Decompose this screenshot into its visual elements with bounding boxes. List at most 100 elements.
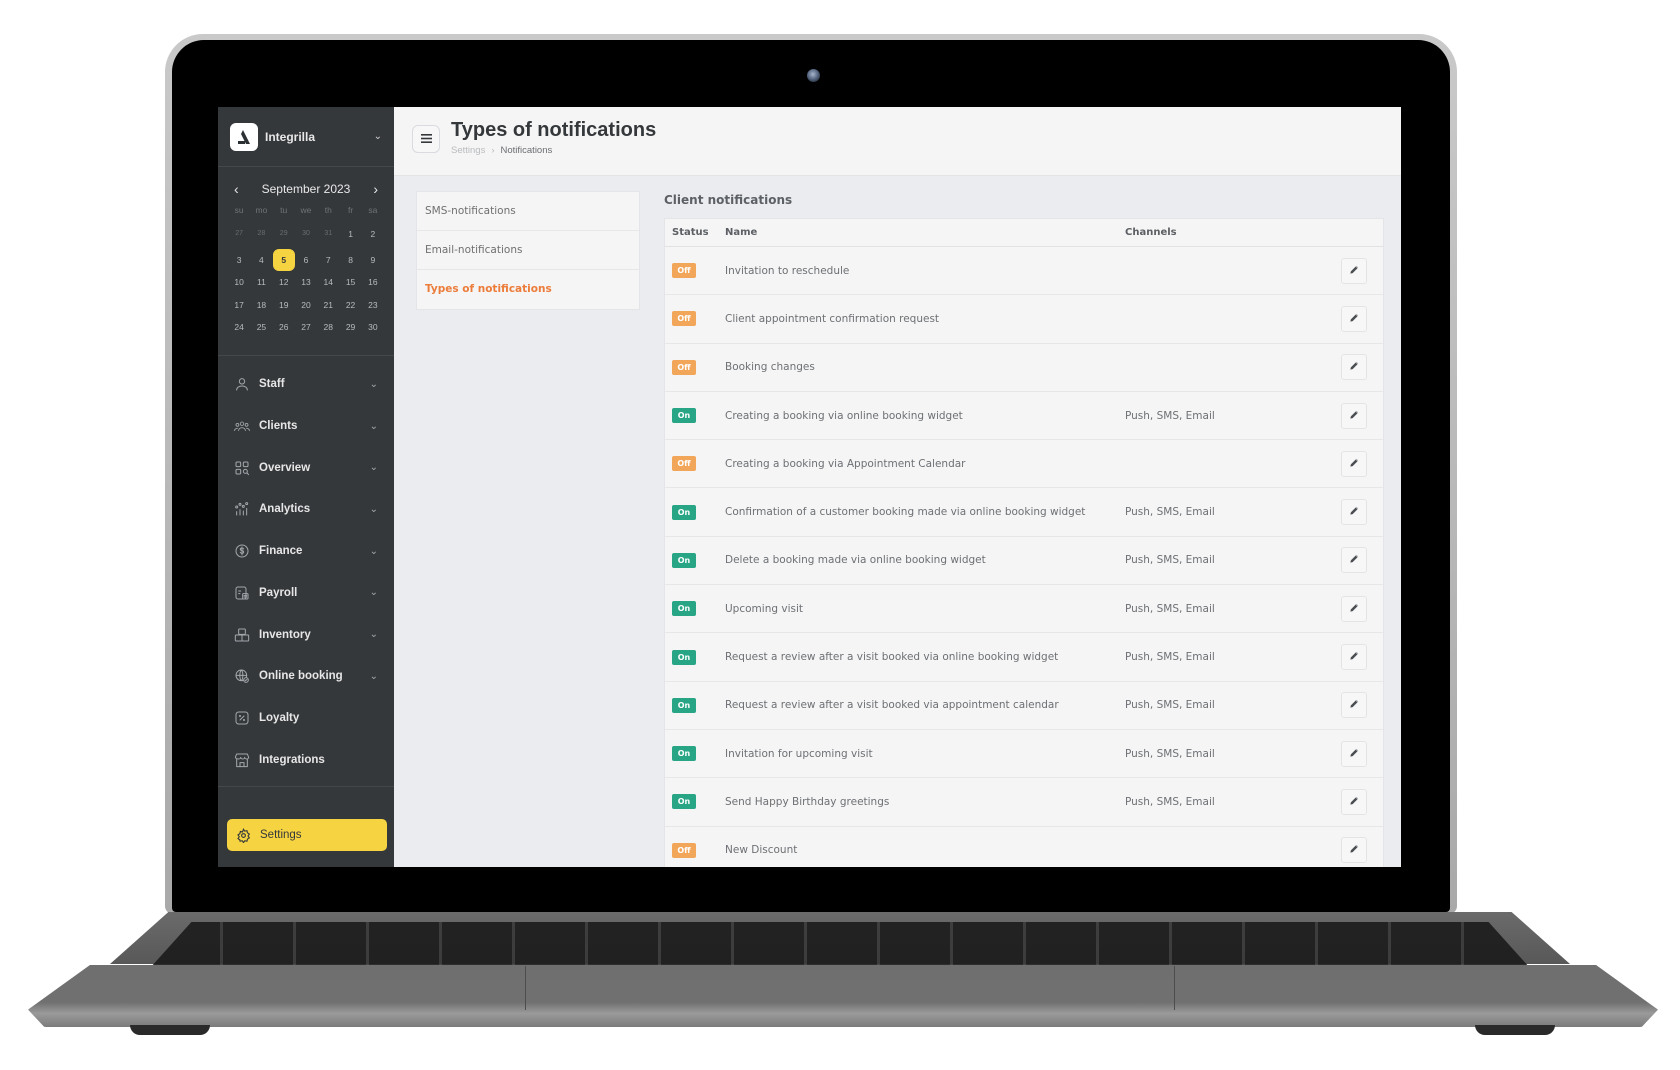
calendar-day[interactable]: 2: [362, 219, 384, 249]
calendar-day[interactable]: 9: [362, 249, 384, 271]
sidebar-item-clients[interactable]: Clients ⌄: [218, 405, 394, 447]
payroll-icon: [234, 585, 250, 601]
pencil-icon: [1349, 602, 1360, 616]
edit-button[interactable]: [1341, 788, 1367, 815]
notification-channels: Push, SMS, Email: [1125, 747, 1215, 760]
notification-name: Creating a booking via Appointment Calen…: [725, 457, 966, 470]
status-badge[interactable]: On: [672, 697, 696, 713]
status-badge[interactable]: Off: [672, 311, 696, 327]
edit-button[interactable]: [1341, 837, 1367, 864]
calendar-day[interactable]: 11: [250, 271, 272, 293]
chevron-down-icon: ⌄: [369, 503, 378, 515]
calendar-day[interactable]: 27: [228, 219, 250, 249]
sidebar-item-staff[interactable]: Staff ⌄: [218, 364, 394, 406]
calendar-day[interactable]: 16: [362, 271, 384, 293]
edit-button[interactable]: [1341, 257, 1367, 284]
status-badge[interactable]: On: [672, 601, 696, 617]
status-badge[interactable]: On: [672, 794, 696, 810]
calendar-day-selected[interactable]: 5: [272, 249, 295, 272]
sidebar-item-payroll[interactable]: Payroll ⌄: [218, 572, 394, 614]
status-badge[interactable]: Off: [672, 842, 696, 858]
next-month-button[interactable]: ›: [373, 181, 378, 197]
calendar-day[interactable]: 1: [339, 219, 361, 249]
subnav-item-sms-notifications[interactable]: SMS-notifications: [417, 192, 639, 231]
calendar-day[interactable]: 10: [228, 271, 250, 293]
calendar-day[interactable]: 4: [250, 249, 272, 271]
calendar-day-number: 5: [272, 249, 295, 272]
subnav-item-types-of-notifications[interactable]: Types of notifications: [417, 270, 639, 309]
calendar-day-number: 28: [257, 229, 266, 237]
calendar-day[interactable]: 31: [317, 219, 339, 249]
calendar-day[interactable]: 30: [295, 219, 317, 249]
calendar-day[interactable]: 15: [339, 271, 361, 293]
user-icon: [234, 376, 250, 392]
edit-button[interactable]: [1341, 692, 1367, 719]
calendar-day-number: 24: [234, 322, 244, 333]
status-badge[interactable]: Off: [672, 456, 696, 472]
calendar-day[interactable]: 26: [273, 316, 295, 338]
calendar-day[interactable]: 13: [295, 271, 317, 293]
status-badge[interactable]: On: [672, 504, 696, 520]
menu-toggle-button[interactable]: [412, 125, 440, 153]
calendar-day[interactable]: 30: [362, 316, 384, 338]
edit-button[interactable]: [1341, 354, 1367, 381]
calendar-day[interactable]: 20: [295, 294, 317, 316]
subnav-item-email-notifications[interactable]: Email-notifications: [417, 231, 639, 270]
calendar-day[interactable]: 8: [339, 249, 361, 271]
calendar-day[interactable]: 14: [317, 271, 339, 293]
sidebar-item-analytics[interactable]: Analytics ⌄: [218, 489, 394, 531]
weekday-label: th: [324, 205, 332, 215]
status-badge[interactable]: On: [672, 746, 696, 762]
calendar-day[interactable]: 27: [295, 316, 317, 338]
brand-switcher[interactable]: Integrilla ⌄: [218, 107, 394, 167]
calendar-day[interactable]: 12: [273, 271, 295, 293]
calendar-day[interactable]: 28: [317, 316, 339, 338]
notification-name: Invitation to reschedule: [725, 264, 850, 277]
chevron-down-icon: ⌄: [369, 378, 378, 390]
calendar-day[interactable]: 18: [250, 294, 272, 316]
sidebar-item-loyalty[interactable]: Loyalty: [218, 697, 394, 739]
calendar-day-number: 22: [345, 299, 356, 310]
edit-button[interactable]: [1341, 450, 1367, 477]
calendar-day[interactable]: 6: [295, 249, 317, 271]
edit-button[interactable]: [1341, 595, 1367, 622]
table-row: Off Creating a booking via Appointment Ca…: [665, 440, 1383, 489]
calendar-grid: su mo tu we th fr sa 27 28 29 30 31 1 2 3 4 5 6 7 8 9 10 11 12 1…: [228, 201, 384, 339]
status-badge[interactable]: Off: [672, 359, 696, 375]
calendar-day[interactable]: 22: [339, 294, 361, 316]
calendar-day[interactable]: 19: [273, 294, 295, 316]
breadcrumb-settings[interactable]: Settings: [451, 145, 485, 156]
sidebar-item-integrations[interactable]: Integrations: [218, 739, 394, 781]
pencil-icon: [1349, 312, 1360, 326]
calendar-day[interactable]: 7: [317, 249, 339, 271]
calendar-day-number: 26: [278, 322, 289, 333]
sidebar-item-settings[interactable]: Settings: [227, 819, 387, 851]
calendar-day-number: 12: [278, 277, 289, 288]
sidebar-item-finance[interactable]: Finance ⌄: [218, 530, 394, 572]
calendar-day[interactable]: 17: [228, 294, 250, 316]
edit-button[interactable]: [1341, 547, 1367, 574]
status-badge[interactable]: On: [672, 649, 696, 665]
calendar-day[interactable]: 23: [362, 294, 384, 316]
status-badge[interactable]: On: [672, 552, 696, 568]
status-badge[interactable]: On: [672, 408, 696, 424]
calendar-day[interactable]: 25: [250, 316, 272, 338]
sidebar-item-online-booking[interactable]: Online booking ⌄: [218, 655, 394, 697]
edit-button[interactable]: [1341, 740, 1367, 767]
calendar-day[interactable]: 29: [273, 219, 295, 249]
pencil-icon: [1349, 747, 1360, 761]
calendar-day[interactable]: 24: [228, 316, 250, 338]
edit-button[interactable]: [1341, 402, 1367, 429]
calendar-day[interactable]: 3: [228, 249, 250, 271]
status-badge[interactable]: Off: [672, 263, 696, 279]
edit-button[interactable]: [1341, 499, 1367, 526]
sidebar-item-overview[interactable]: Overview ⌄: [218, 447, 394, 489]
calendar-day[interactable]: 28: [250, 219, 272, 249]
calendar-day[interactable]: 29: [339, 316, 361, 338]
edit-button[interactable]: [1341, 644, 1367, 671]
calendar-day-number: 10: [234, 277, 244, 288]
sidebar-item-inventory[interactable]: Inventory ⌄: [218, 614, 394, 656]
calendar-day[interactable]: 21: [317, 294, 339, 316]
edit-button[interactable]: [1341, 305, 1367, 332]
prev-month-button[interactable]: ‹: [234, 181, 239, 197]
